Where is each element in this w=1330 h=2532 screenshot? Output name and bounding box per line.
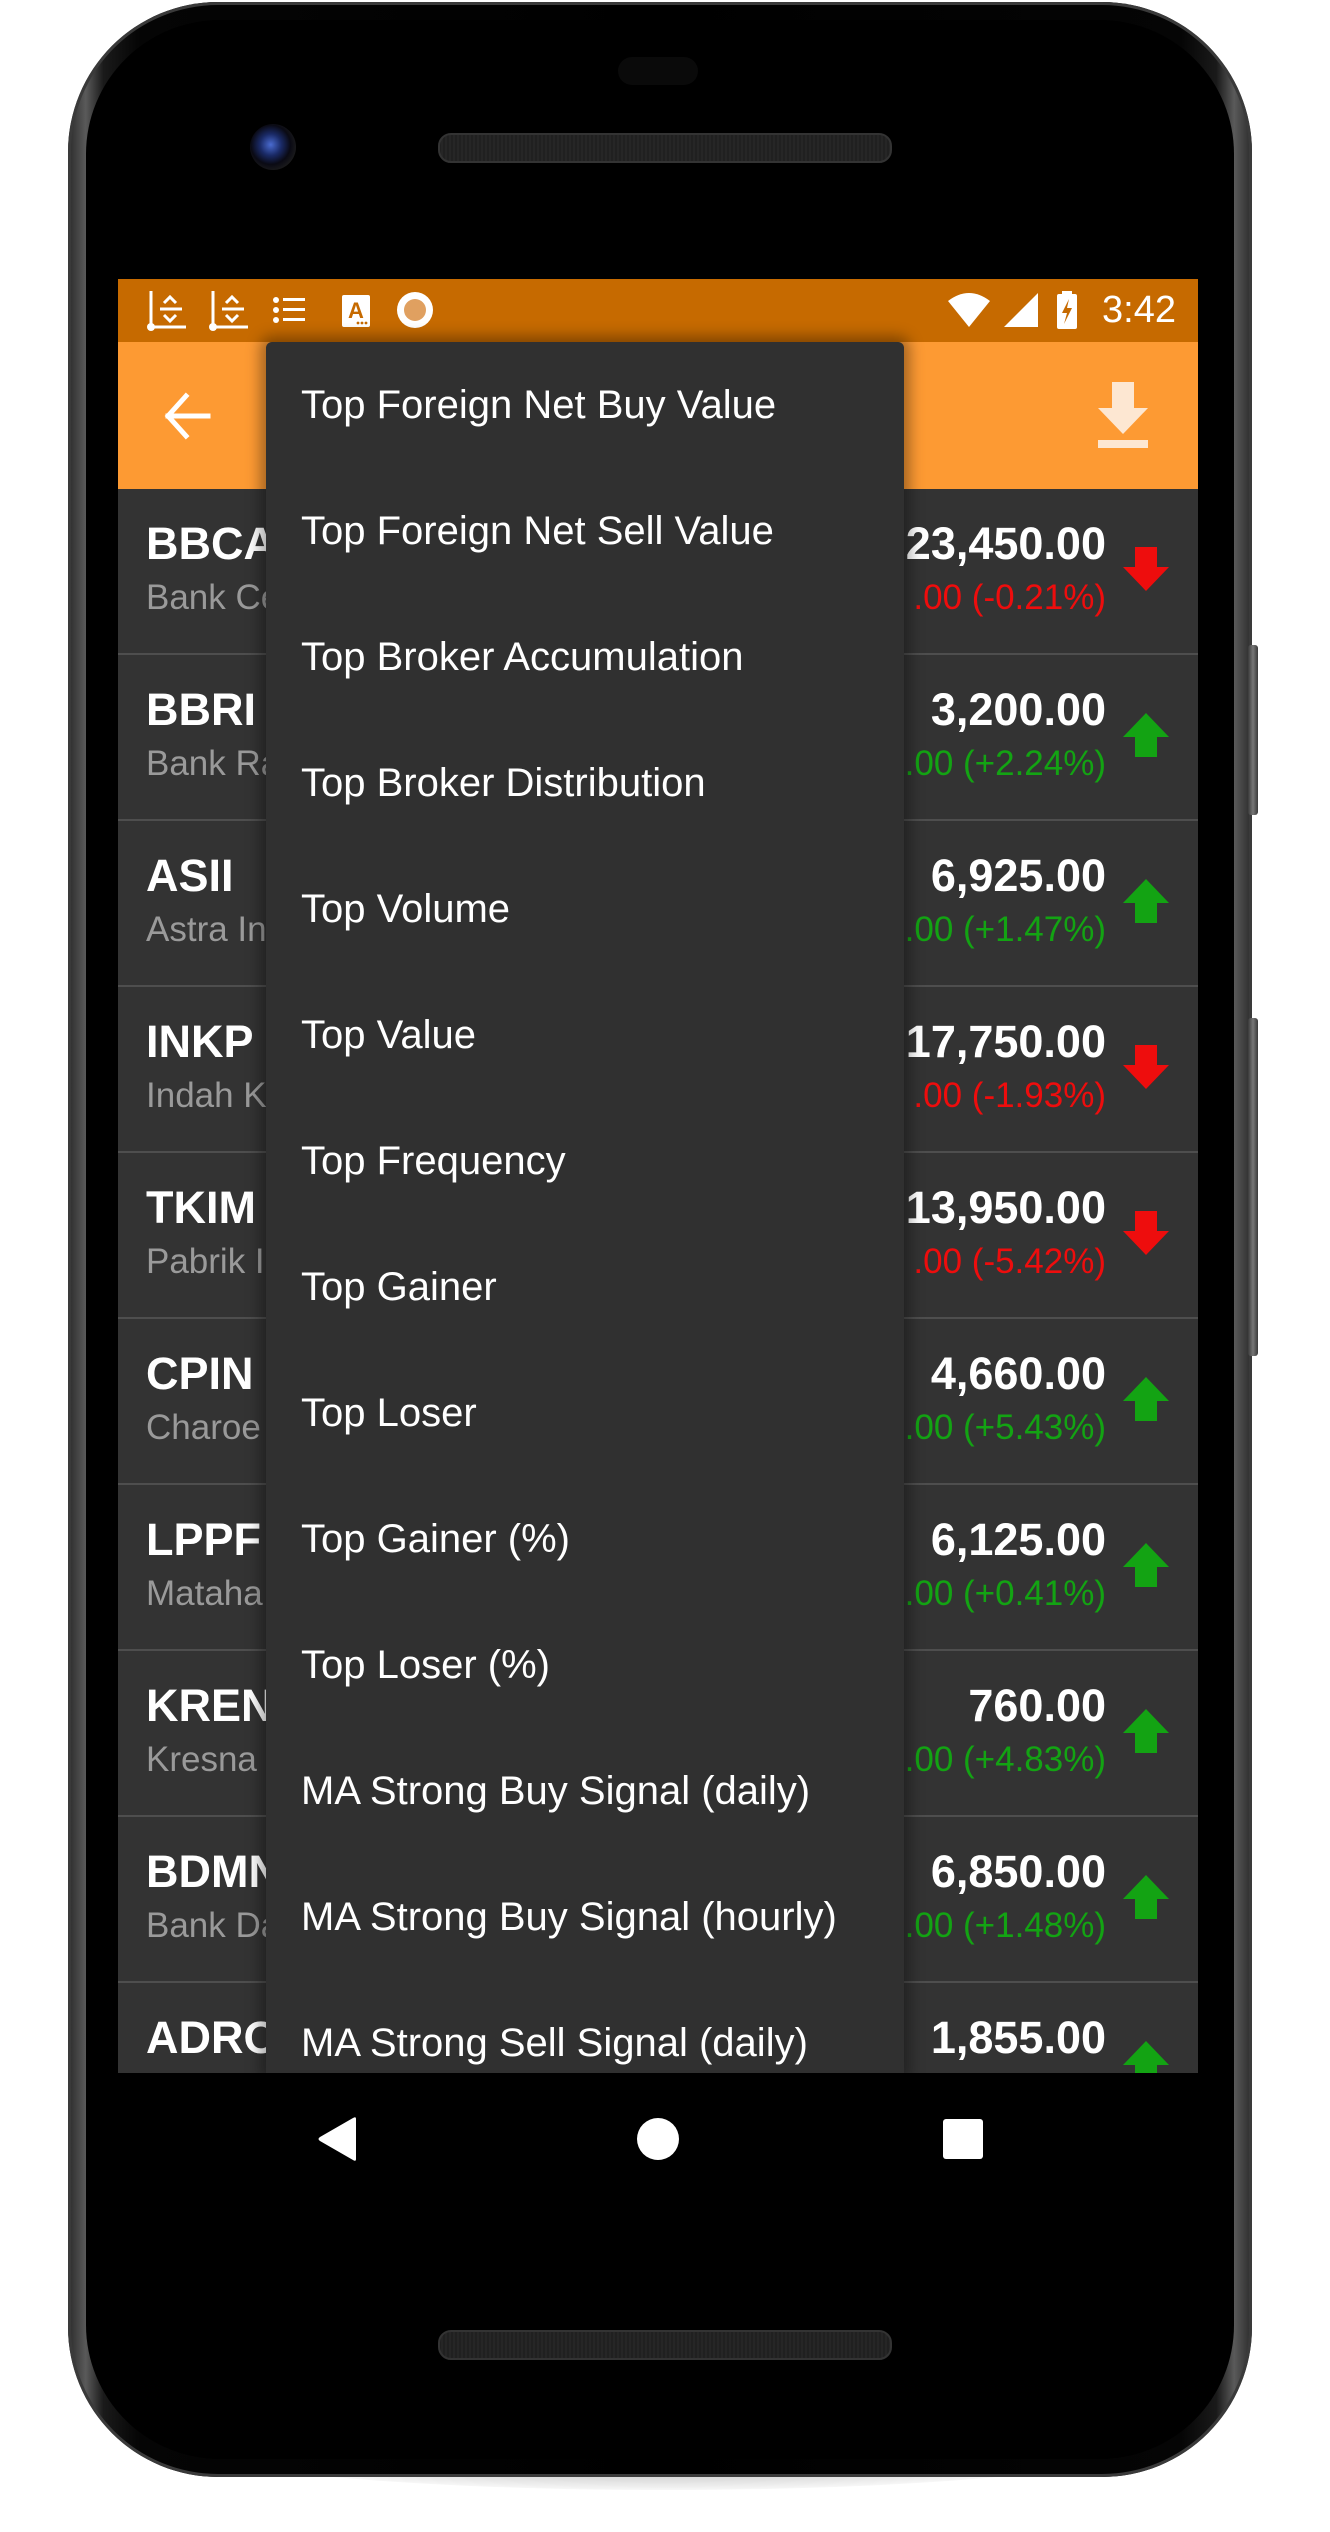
- stock-price: 1,855.00: [930, 2012, 1106, 2063]
- svg-text:A: A: [348, 298, 364, 323]
- menu-item[interactable]: Top Frequency: [266, 1098, 904, 1224]
- nav-recents-icon: [943, 2119, 983, 2159]
- download-icon[interactable]: [1090, 380, 1156, 450]
- stock-symbol: BBCA: [146, 518, 276, 569]
- price-change: .00 (+1.47%): [904, 910, 1106, 949]
- chart-range-icon: [209, 291, 248, 331]
- arrow-up-icon: [1123, 879, 1169, 923]
- company-name: Indah K: [146, 1076, 267, 1115]
- price-change: .00 (-1.93%): [913, 1076, 1106, 1115]
- arrow-up-icon: [1123, 1709, 1169, 1753]
- company-name: Charoe: [146, 1408, 261, 1447]
- menu-item[interactable]: MA Strong Buy Signal (hourly): [266, 1854, 904, 1980]
- arrow-up-icon: [1123, 1377, 1169, 1421]
- menu-item[interactable]: Top Volume: [266, 846, 904, 972]
- price-change: .00 (+5.43%): [904, 1408, 1106, 1447]
- arrow-up-icon: [1123, 2041, 1169, 2073]
- clock: 3:42: [1102, 289, 1176, 331]
- screener-dropdown-menu: Top Foreign Net Buy Value Top Foreign Net…: [266, 342, 904, 2073]
- wifi-icon: [948, 293, 990, 327]
- menu-item[interactable]: MA Strong Buy Signal (daily): [266, 1728, 904, 1854]
- arrow-down-icon: [1123, 1211, 1169, 1255]
- stock-symbol: BDMN: [146, 1846, 281, 1897]
- nav-back-icon: [318, 2117, 356, 2161]
- company-name: Bank Da: [146, 1906, 281, 1945]
- menu-item[interactable]: Top Loser (%): [266, 1602, 904, 1728]
- menu-item[interactable]: Top Loser: [266, 1350, 904, 1476]
- top-speaker: [438, 133, 892, 163]
- price-change: .00 (-0.21%): [913, 578, 1106, 617]
- company-name: Pabrik I: [146, 1242, 265, 1281]
- stock-price: 4,660.00: [930, 1348, 1106, 1399]
- company-name: Bank Ce: [146, 578, 281, 617]
- power-button: [1248, 645, 1258, 815]
- bottom-speaker: [438, 2330, 892, 2360]
- stock-price: 17,750.00: [905, 1016, 1106, 1067]
- price-change: .00 (-5.42%): [913, 1242, 1106, 1281]
- stock-symbol: BBRI: [146, 684, 256, 735]
- company-name: Kresna: [146, 1740, 257, 1779]
- stock-price: 13,950.00: [905, 1182, 1106, 1233]
- stock-price: 6,850.00: [930, 1846, 1106, 1897]
- record-circle-icon: [397, 292, 433, 328]
- font-a-icon: A: [342, 295, 370, 327]
- menu-item[interactable]: Top Broker Distribution: [266, 720, 904, 846]
- navigation-bar: [118, 2073, 1198, 2207]
- screen: A 3:42 BBCA Bank Ce 23,450.00 .00 (-0.21%) B…: [118, 279, 1198, 2073]
- price-change: .00 (+0.41%): [904, 1574, 1106, 1613]
- stock-price: 3,200.00: [930, 684, 1106, 735]
- stock-symbol: TKIM: [146, 1182, 256, 1233]
- battery-charging-icon: [1057, 291, 1077, 329]
- arrow-down-icon: [1123, 1045, 1169, 1089]
- arrow-down-icon: [1123, 547, 1169, 591]
- cellular-signal-icon: [1004, 293, 1038, 327]
- stock-price: 6,125.00: [930, 1514, 1106, 1565]
- stock-symbol: ASII: [146, 850, 234, 901]
- company-name: Bank Ra: [146, 744, 281, 783]
- menu-item[interactable]: Top Foreign Net Buy Value: [266, 342, 904, 468]
- price-change: .00 (+1.48%): [904, 1906, 1106, 1945]
- menu-item[interactable]: Top Broker Accumulation: [266, 594, 904, 720]
- nav-back-button[interactable]: [298, 2099, 378, 2179]
- stock-price: 6,925.00: [930, 850, 1106, 901]
- volume-button: [1248, 1018, 1258, 1356]
- company-name: Mataha: [146, 1574, 263, 1613]
- menu-item[interactable]: Top Gainer (%): [266, 1476, 904, 1602]
- arrow-left-icon[interactable]: [158, 386, 218, 446]
- menu-item[interactable]: Top Gainer: [266, 1224, 904, 1350]
- menu-item[interactable]: Top Foreign Net Sell Value: [266, 468, 904, 594]
- nav-home-icon: [637, 2118, 679, 2160]
- arrow-up-icon: [1123, 1875, 1169, 1919]
- price-change: .00 (+4.83%): [904, 1740, 1106, 1779]
- stock-symbol: ADRO: [146, 2012, 279, 2063]
- status-bar: A 3:42: [118, 279, 1198, 342]
- menu-item[interactable]: MA Strong Sell Signal (daily): [266, 1980, 904, 2073]
- stock-symbol: LPPF: [146, 1514, 262, 1565]
- arrow-up-icon: [1123, 1543, 1169, 1587]
- nav-home-button[interactable]: [618, 2099, 698, 2179]
- stock-symbol: INKP: [146, 1016, 254, 1067]
- nav-recents-button[interactable]: [923, 2099, 1003, 2179]
- stock-price: 760.00: [968, 1680, 1106, 1731]
- stock-symbol: KREN: [146, 1680, 274, 1731]
- list-icon: [273, 297, 305, 323]
- menu-item[interactable]: Top Value: [266, 972, 904, 1098]
- chart-range-icon: [147, 291, 186, 331]
- price-change: .00 (+2.24%): [904, 744, 1106, 783]
- stock-price: 23,450.00: [905, 518, 1106, 569]
- front-camera: [250, 124, 296, 170]
- proximity-sensor: [618, 57, 698, 85]
- company-name: Astra In: [146, 910, 267, 949]
- stock-symbol: CPIN: [146, 1348, 254, 1399]
- arrow-up-icon: [1123, 713, 1169, 757]
